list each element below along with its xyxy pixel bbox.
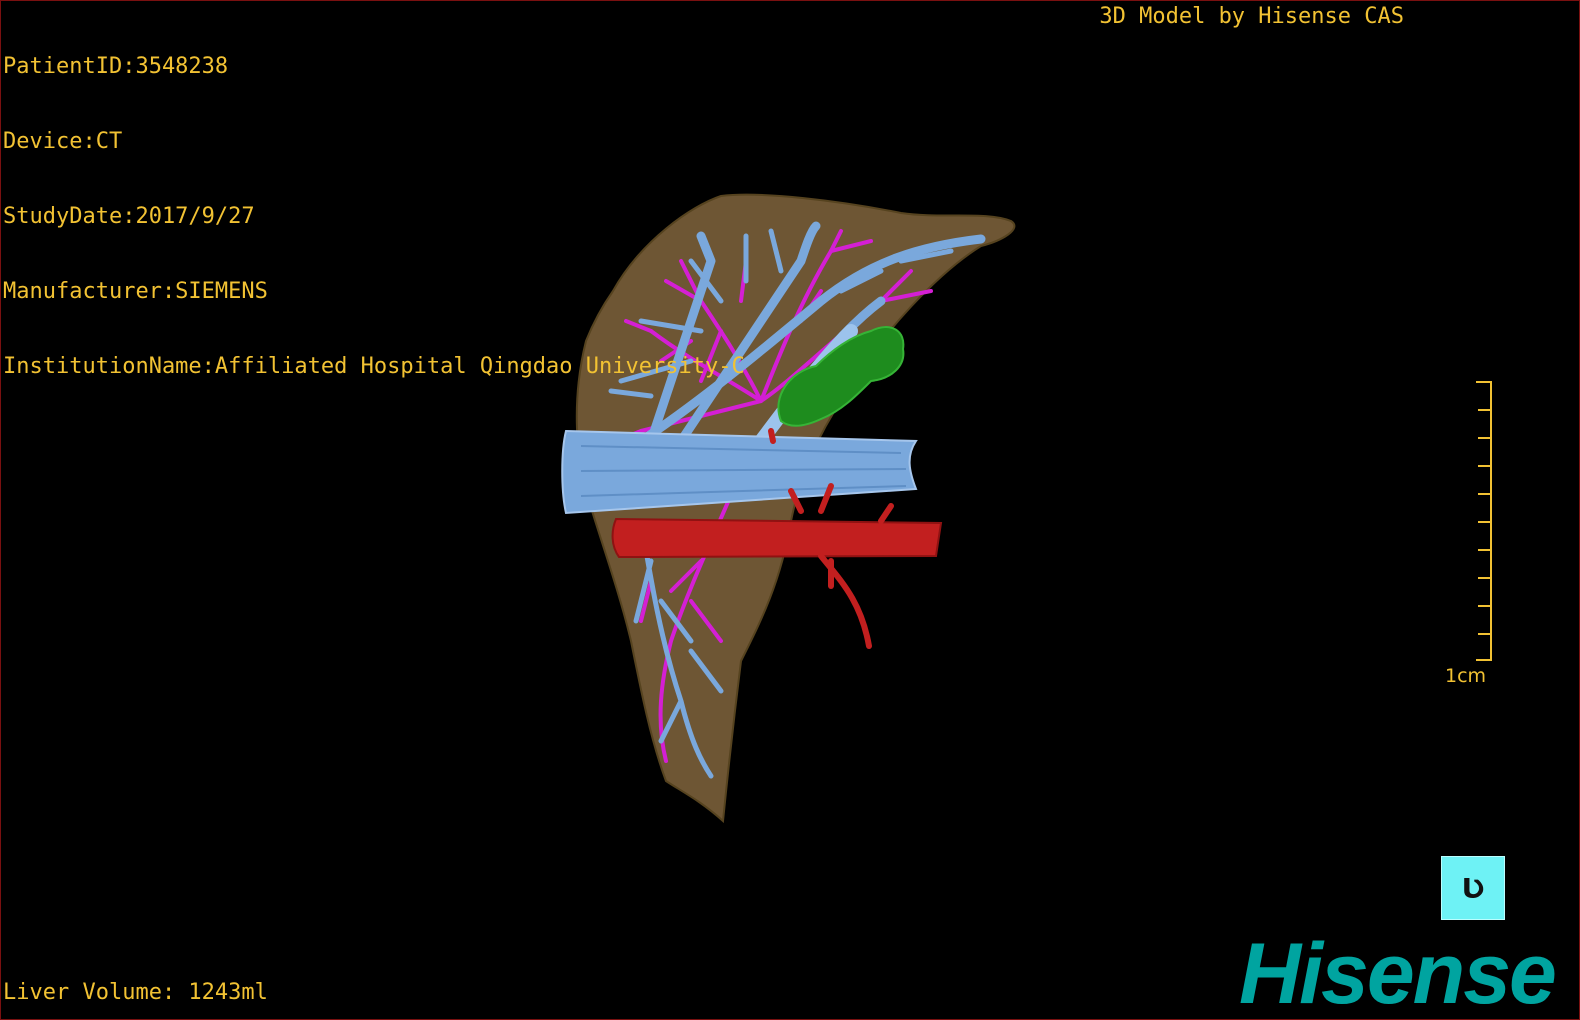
scale-bar-label: 1cm <box>1445 665 1487 687</box>
patient-id-label: PatientID:3548238 <box>3 54 229 79</box>
scale-bar: 1cm <box>1441 381 1501 691</box>
model-credit: 3D Model by Hisense CAS <box>1099 4 1404 29</box>
institution-label: InstitutionName:Affiliated Hospital Qing… <box>3 354 745 379</box>
scale-bar-ruler <box>1476 381 1492 661</box>
3d-viewport[interactable]: PatientID:3548238 Device:CT StudyDate:20… <box>0 0 1580 1020</box>
study-date-label: StudyDate:2017/9/27 <box>3 204 255 229</box>
study-metadata: PatientID:3548238 Device:CT StudyDate:20… <box>3 4 745 429</box>
orientation-cube-face: Ʋ <box>1461 871 1485 905</box>
inferior-vena-cava <box>561 429 918 515</box>
manufacturer-label: Manufacturer:SIEMENS <box>3 279 268 304</box>
liver-volume-label: Liver Volume: 1243ml <box>3 980 268 1005</box>
hisense-logo: Hisense <box>1239 926 1557 1020</box>
portal-vein <box>611 517 943 559</box>
orientation-cube[interactable]: Ʋ <box>1441 856 1505 920</box>
device-label: Device:CT <box>3 129 123 154</box>
